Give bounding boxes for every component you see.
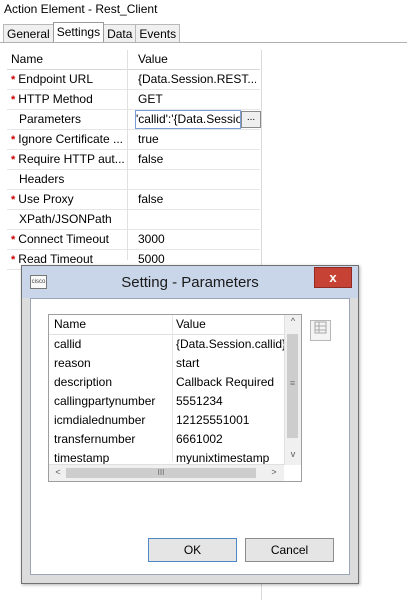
parameters-header: Name Value [49, 315, 301, 335]
property-value[interactable]: GET [138, 90, 256, 109]
grid-icon[interactable] [310, 320, 331, 341]
properties-table: Name Value * Endpoint URL {Data.Session.RE… [7, 50, 261, 270]
value-column-header[interactable]: Value [138, 50, 256, 69]
property-label: Endpoint URL [18, 72, 93, 86]
dialog-title: Setting - Parameters [121, 274, 259, 291]
parameter-value[interactable]: 6661002 [176, 430, 286, 449]
required-marker-icon: * [11, 254, 16, 266]
property-label: XPath/JSONPath [19, 212, 112, 226]
tab-divider [0, 42, 407, 43]
property-name: XPath/JSONPath [19, 210, 143, 229]
property-label: Use Proxy [18, 192, 74, 206]
tab-events[interactable]: Events [135, 24, 181, 42]
property-name: Headers [19, 170, 143, 189]
parameters-value-field[interactable]: 'callid':'{Data.Sessio [135, 110, 241, 129]
parameter-value[interactable]: 5551234 [176, 392, 286, 411]
scroll-right-icon[interactable]: > [266, 467, 282, 477]
property-row[interactable]: * Endpoint URL {Data.Session.REST... [7, 70, 260, 90]
property-row[interactable]: * Use Proxy false [7, 190, 260, 210]
name-column-header[interactable]: Name [11, 50, 135, 69]
property-row[interactable]: * Connect Timeout 3000 [7, 230, 260, 250]
vertical-scrollbar[interactable]: ^ ≡ v [284, 315, 301, 465]
property-name: * HTTP Method [11, 90, 135, 110]
property-label: Require HTTP aut... [18, 152, 125, 166]
parameter-name: reason [54, 356, 91, 370]
parameters-table: Name Value callid {Data.Session.callid} re… [48, 314, 302, 482]
horizontal-scrollbar[interactable]: < III > [49, 464, 284, 481]
parameter-row[interactable]: transfernumber 6661002 [49, 430, 301, 449]
property-row[interactable]: Parameters 'callid':'{Data.Sessio... [7, 110, 261, 130]
parameter-value[interactable]: 12125551001 [176, 411, 286, 430]
tab-settings[interactable]: Settings [52, 22, 105, 42]
parameter-value[interactable]: start [176, 354, 286, 373]
dialog-body: Name Value callid {Data.Session.callid} re… [30, 298, 350, 575]
grip-icon: ≡ [289, 378, 296, 388]
parameter-value[interactable]: Callback Required [176, 373, 286, 392]
horizontal-scroll-thumb[interactable]: III [66, 468, 256, 478]
required-marker-icon: * [11, 74, 16, 86]
parameter-name: transfernumber [54, 432, 136, 446]
ok-button[interactable]: OK [148, 538, 237, 562]
dialog-title-bar[interactable]: cisco Setting - Parameters x [22, 266, 358, 298]
property-label: Connect Timeout [18, 232, 109, 246]
scroll-left-icon[interactable]: < [50, 467, 66, 477]
property-name: * Ignore Certificate ... [11, 130, 135, 150]
property-label: Read Timeout [18, 252, 93, 266]
tab-general[interactable]: General [3, 24, 54, 42]
param-column-divider [172, 315, 173, 462]
parameter-row[interactable]: icmdialednumber 12125551001 [49, 411, 301, 430]
property-row[interactable]: Headers [7, 170, 260, 190]
param-name-header[interactable]: Name [54, 315, 172, 334]
parameter-row[interactable]: reason start [49, 354, 301, 373]
required-marker-icon: * [11, 134, 16, 146]
required-marker-icon: * [11, 194, 16, 206]
property-name: * Require HTTP aut... [11, 150, 135, 170]
column-divider [127, 50, 128, 260]
parameter-name: callid [54, 337, 82, 351]
required-marker-icon: * [11, 154, 16, 166]
property-label: Headers [19, 172, 65, 186]
parameters-dialog: cisco Setting - Parameters x Name Value … [21, 265, 359, 584]
property-value[interactable]: true [138, 130, 256, 149]
property-name: Parameters [19, 110, 143, 129]
property-value[interactable]: {Data.Session.REST... [138, 70, 256, 89]
required-marker-icon: * [11, 94, 16, 106]
property-label: Ignore Certificate ... [18, 132, 123, 146]
property-name: * Use Proxy [11, 190, 135, 210]
parameter-name: icmdialednumber [54, 413, 146, 427]
tab-bar: General Settings Data Events [3, 22, 181, 42]
close-button[interactable]: x [314, 267, 352, 288]
property-value[interactable]: false [138, 150, 256, 169]
property-row[interactable]: * Require HTTP aut... false [7, 150, 260, 170]
property-row[interactable]: * HTTP Method GET [7, 90, 260, 110]
parameter-row[interactable]: callid {Data.Session.callid} [49, 335, 301, 354]
parameter-value[interactable]: {Data.Session.callid} [176, 335, 286, 354]
cancel-button[interactable]: Cancel [245, 538, 334, 562]
parameter-row[interactable]: description Callback Required [49, 373, 301, 392]
properties-header: Name Value [7, 50, 260, 70]
property-value[interactable]: 3000 [138, 230, 256, 249]
required-marker-icon: * [11, 234, 16, 246]
parameter-name: description [54, 375, 113, 389]
scroll-up-icon[interactable]: ^ [285, 316, 301, 326]
parameter-row[interactable]: callingpartynumber 5551234 [49, 392, 301, 411]
param-value-header[interactable]: Value [176, 315, 286, 334]
parameter-name: callingpartynumber [54, 394, 156, 408]
tab-data[interactable]: Data [103, 24, 137, 42]
property-row[interactable]: XPath/JSONPath [7, 210, 260, 230]
vertical-scroll-thumb[interactable]: ≡ [287, 334, 298, 438]
property-value[interactable]: false [138, 190, 256, 209]
window-title: Action Element - Rest_Client [4, 2, 158, 16]
property-label: HTTP Method [18, 92, 93, 106]
ellipsis-button[interactable]: ... [241, 111, 261, 128]
property-name: * Connect Timeout [11, 230, 135, 250]
scroll-down-icon[interactable]: v [285, 449, 301, 459]
property-row[interactable]: * Ignore Certificate ... true [7, 130, 260, 150]
property-name: * Endpoint URL [11, 70, 135, 90]
property-label: Parameters [19, 112, 82, 126]
